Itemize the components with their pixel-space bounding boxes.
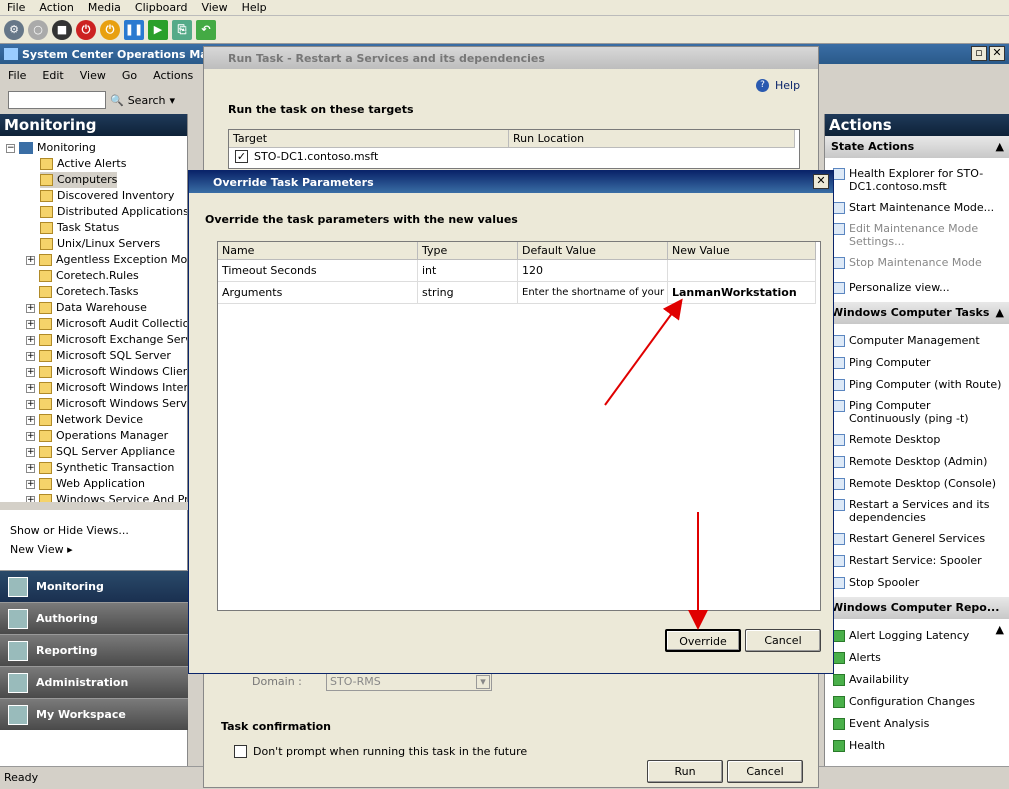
- arrow-to-new-value: [604, 298, 683, 406]
- annotation-arrows: [604, 298, 708, 630]
